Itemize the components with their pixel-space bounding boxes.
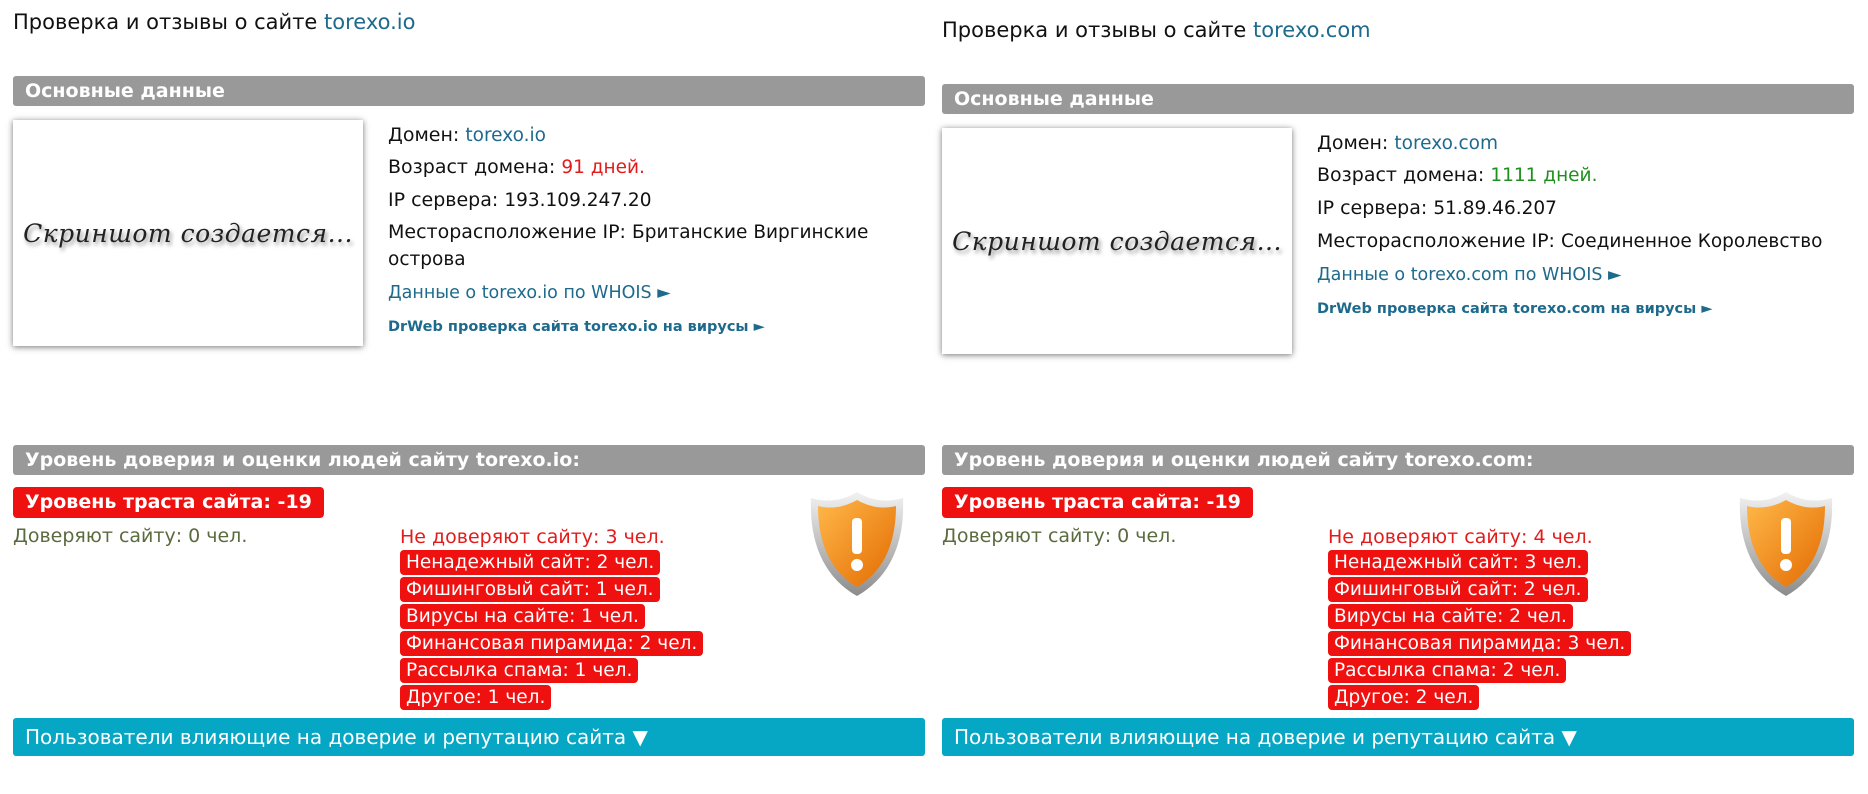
- age-label: Возраст домена:: [388, 156, 556, 178]
- location-label: Месторасположение IP:: [1317, 230, 1555, 252]
- domain-label: Домен:: [388, 124, 460, 146]
- distrusted-count: Не доверяют сайту: 3 чел.: [400, 526, 665, 548]
- ip-value: 51.89.46.207: [1433, 198, 1557, 219]
- age-value: 91 дней.: [561, 157, 645, 178]
- whois-link[interactable]: Данные о torexo.io по WHOIS ►: [388, 283, 671, 303]
- page-title: Проверка и отзывы о сайте torexo.com: [942, 18, 1371, 42]
- reason-pyramid: Финансовая пирамида: 3 чел.: [1328, 631, 1632, 656]
- reason-viruses: Вирусы на сайте: 1 чел.: [400, 604, 645, 629]
- reason-unreliable: Ненадежный сайт: 2 чел.: [400, 550, 661, 575]
- reason-pyramid: Финансовая пирамида: 2 чел.: [400, 631, 704, 656]
- users-influence-toggle[interactable]: Пользователи влияющие на доверие и репут…: [13, 718, 925, 756]
- ip-label: IP сервера:: [388, 189, 499, 211]
- domain-title-link[interactable]: torexo.io: [324, 10, 415, 34]
- drweb-link[interactable]: DrWeb проверка сайта torexo.com на вирус…: [1317, 301, 1712, 317]
- warning-shield-icon: [1739, 492, 1833, 596]
- site-screenshot: Скриншот создается...: [13, 120, 363, 346]
- basic-data-header: Основные данные: [13, 76, 925, 106]
- reason-spam: Рассылка спама: 1 чел.: [400, 658, 639, 683]
- age-label: Возраст домена:: [1317, 164, 1485, 186]
- ip-label: IP сервера:: [1317, 197, 1428, 219]
- screenshot-placeholder-text: Скриншот создается...: [23, 218, 353, 248]
- reason-spam: Рассылка спама: 2 чел.: [1328, 658, 1567, 683]
- ip-value: 193.109.247.20: [504, 190, 652, 211]
- warning-shield-icon: [810, 492, 904, 596]
- reason-unreliable: Ненадежный сайт: 3 чел.: [1328, 550, 1589, 575]
- reason-other: Другое: 2 чел.: [1328, 685, 1480, 710]
- users-influence-toggle[interactable]: Пользователи влияющие на доверие и репут…: [942, 718, 1854, 756]
- page-title: Проверка и отзывы о сайте torexo.io: [13, 10, 416, 34]
- domain-value[interactable]: torexo.com: [1394, 133, 1498, 154]
- reason-other: Другое: 1 чел.: [400, 685, 552, 710]
- drweb-link[interactable]: DrWeb проверка сайта torexo.io на вирусы…: [388, 319, 765, 335]
- domain-label: Домен:: [1317, 132, 1389, 154]
- trusted-count: Доверяют сайту: 0 чел.: [13, 525, 248, 547]
- distrusted-count: Не доверяют сайту: 4 чел.: [1328, 526, 1593, 548]
- location-value: Соединенное Королевство: [1561, 231, 1823, 252]
- trust-header: Уровень доверия и оценки людей сайту tor…: [942, 445, 1854, 475]
- domain-value[interactable]: torexo.io: [465, 125, 546, 146]
- site-screenshot: Скриншот создается...: [942, 128, 1292, 354]
- basic-data-header: Основные данные: [942, 84, 1854, 114]
- domain-title-link[interactable]: torexo.com: [1253, 18, 1371, 42]
- age-value: 1111 дней.: [1490, 165, 1598, 186]
- trust-level-badge: Уровень траста сайта: -19: [942, 487, 1253, 518]
- reason-phishing: Фишинговый сайт: 2 чел.: [1328, 577, 1588, 602]
- whois-link[interactable]: Данные о torexo.com по WHOIS ►: [1317, 265, 1622, 285]
- reason-viruses: Вирусы на сайте: 2 чел.: [1328, 604, 1573, 629]
- reason-phishing: Фишинговый сайт: 1 чел.: [400, 577, 660, 602]
- trust-header: Уровень доверия и оценки людей сайту tor…: [13, 445, 925, 475]
- trust-level-badge: Уровень траста сайта: -19: [13, 487, 324, 518]
- location-label: Месторасположение IP:: [388, 221, 626, 243]
- screenshot-placeholder-text: Скриншот создается...: [952, 226, 1282, 256]
- trusted-count: Доверяют сайту: 0 чел.: [942, 525, 1177, 547]
